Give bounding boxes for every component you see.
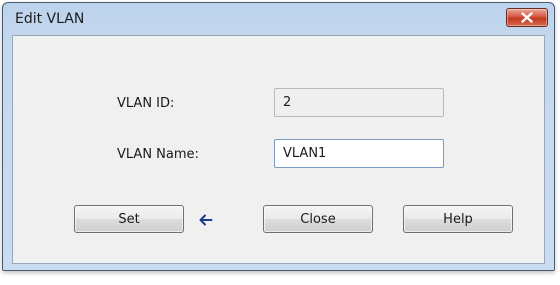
arrow-left-icon (199, 211, 213, 226)
close-x-icon (521, 12, 533, 23)
window-close-button[interactable] (506, 8, 548, 27)
close-button[interactable]: Close (263, 205, 373, 233)
vlan-id-field: 2 (274, 88, 444, 117)
edit-vlan-dialog: Edit VLAN VLAN ID: 2 VLAN Name: Set Clos… (2, 2, 555, 271)
help-button[interactable]: Help (403, 205, 513, 233)
vlan-name-label: VLAN Name: (117, 147, 199, 162)
vlan-name-input[interactable] (274, 139, 444, 168)
vlan-id-label: VLAN ID: (117, 96, 175, 111)
window-title: Edit VLAN (15, 11, 85, 27)
dialog-body: VLAN ID: 2 VLAN Name: Set Close Help (12, 35, 545, 264)
set-button[interactable]: Set (74, 205, 184, 233)
title-bar[interactable]: Edit VLAN (3, 3, 554, 35)
